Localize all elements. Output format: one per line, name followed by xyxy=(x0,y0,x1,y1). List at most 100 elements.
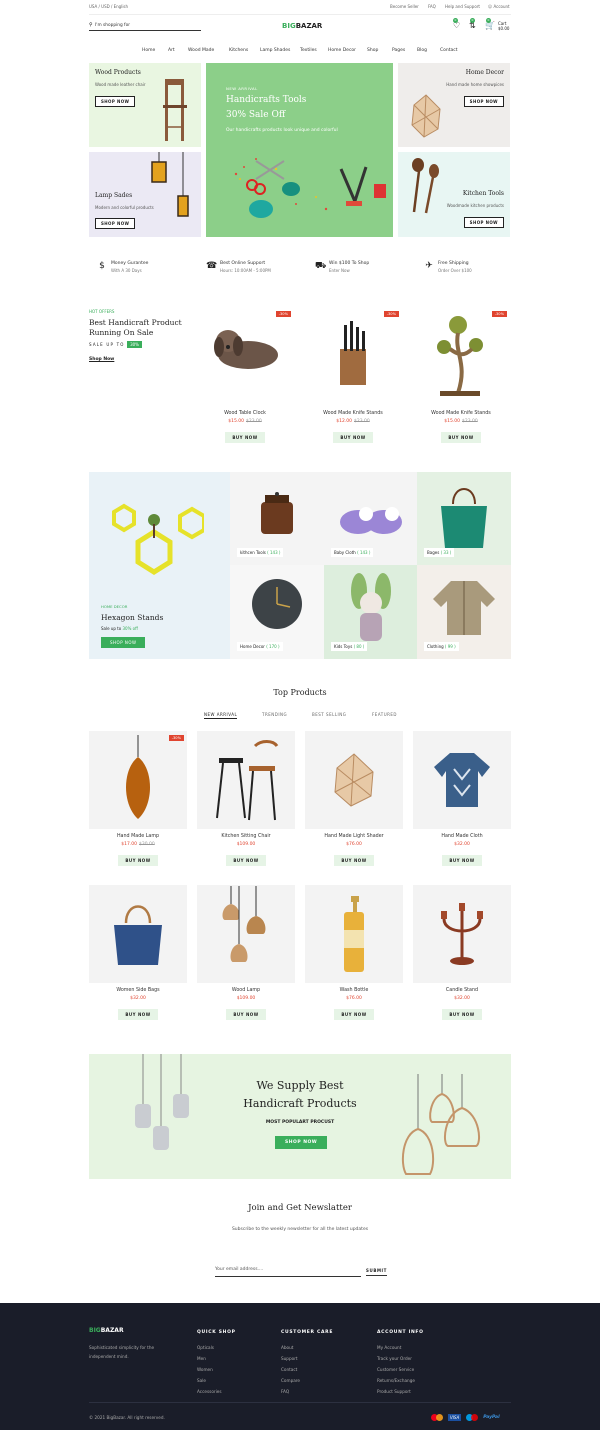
hot-product-card[interactable]: -30% Wood Made Knife Stands $12.00 $23.00 B… xyxy=(304,307,402,443)
nav-pages[interactable]: Pages xyxy=(392,48,405,53)
category-card-baby-cloth[interactable]: Baby Cloth ( 143 ) xyxy=(324,472,417,565)
logo[interactable]: BIGBAZAR xyxy=(282,22,322,30)
help-link[interactable]: Help and Support xyxy=(445,4,480,9)
tab-new-arrival[interactable]: NEW ARRIVAL xyxy=(204,712,238,719)
product-card[interactable]: Women Side Bags $32.00 BUY NOW xyxy=(89,885,187,1020)
footer-link[interactable]: Sale xyxy=(197,1375,236,1386)
buy-now-button[interactable]: BUY NOW xyxy=(226,855,266,866)
footer-link[interactable]: Men xyxy=(197,1353,236,1364)
footer-link[interactable]: FAQ xyxy=(281,1386,333,1397)
tab-best-selling[interactable]: BEST SELLING xyxy=(312,712,346,717)
buy-now-button[interactable]: BUY NOW xyxy=(118,1009,158,1020)
buy-now-button[interactable]: BUY NOW xyxy=(226,1009,266,1020)
shop-now-button[interactable]: SHOP NOW xyxy=(275,1136,328,1149)
nav-contact[interactable]: Contact xyxy=(440,48,458,53)
become-seller-link[interactable]: Become Seller xyxy=(390,4,419,9)
account-link[interactable]: ☺ Account xyxy=(488,4,510,9)
hexagon-banner[interactable]: HOME DECOR Hexagon Stands Sale up to 30%… xyxy=(89,472,230,659)
promo-home-decor[interactable]: Home Decor Hand made home showpices SHOP… xyxy=(398,63,510,147)
search-icon[interactable]: ⚲ xyxy=(89,22,93,28)
buy-now-button[interactable]: BUY NOW xyxy=(334,1009,374,1020)
footer-link[interactable]: Returns/Exchange xyxy=(377,1375,424,1386)
nav-shop[interactable]: Shop xyxy=(367,48,378,53)
footer-divider xyxy=(89,1402,511,1403)
product-card[interactable]: Wash Bottle $76.00 BUY NOW xyxy=(305,885,403,1020)
buy-now-button[interactable]: BUY NOW xyxy=(333,432,373,443)
search-box[interactable]: ⚲ I'm shopping for xyxy=(89,21,201,31)
shop-now-button[interactable]: SHOP NOW xyxy=(101,637,146,648)
nav-kitchens[interactable]: Kitchens xyxy=(229,48,248,53)
hero-banner[interactable]: NEW ARRIVAL Handicrafts Tools 30% Sale O… xyxy=(206,63,393,237)
footer-link[interactable]: Contact xyxy=(281,1364,333,1375)
hexagon-tag: HOME DECOR xyxy=(101,604,128,609)
footer-link[interactable]: Customer Service xyxy=(377,1364,424,1375)
tab-featured[interactable]: FEATURED xyxy=(372,712,397,717)
nav-blog[interactable]: Blog xyxy=(417,48,427,53)
product-card[interactable]: Hand Made Light Shader $76.00 BUY NOW xyxy=(305,731,403,866)
product-card[interactable]: Wood Lamp $109.00 BUY NOW xyxy=(197,885,295,1020)
shop-now-link[interactable]: Shop Now xyxy=(89,357,182,362)
newsletter-sub: Subscribe to the weekly newsletter for a… xyxy=(231,1227,369,1232)
category-card-kitchen[interactable]: kithcen Tools ( 143 ) xyxy=(230,472,324,565)
locale-selector[interactable]: USA / USD / English xyxy=(89,4,128,9)
product-card[interactable]: Candle Stand $32.00 BUY NOW xyxy=(413,885,511,1020)
cart-summary[interactable]: Cart $0.00 xyxy=(498,21,509,31)
nav-lamp-shades[interactable]: Lamp Shades xyxy=(260,48,290,53)
wishlist-icon[interactable]: ♡ 0 xyxy=(453,18,460,30)
hot-title-1: Best Handicraft Product xyxy=(89,318,182,327)
nav-wood-made[interactable]: Wood Made xyxy=(188,48,214,53)
product-card[interactable]: Hand Made Cloth $32.00 BUY NOW xyxy=(413,731,511,866)
search-input[interactable]: I'm shopping for xyxy=(95,23,130,28)
supply-banner[interactable]: We Supply Best Handicraft Products MOST … xyxy=(89,1054,511,1179)
promo-lamp-sades[interactable]: Lamp Sades Modern and colorful products … xyxy=(89,152,201,237)
footer-link[interactable]: Product Support xyxy=(377,1386,424,1397)
footer-link[interactable]: About xyxy=(281,1342,333,1353)
category-label: Baby Cloth ( 143 ) xyxy=(331,548,374,557)
buy-now-button[interactable]: BUY NOW xyxy=(334,855,374,866)
product-card[interactable]: Kitchen Sitting Chair $109.00 BUY NOW xyxy=(197,731,295,866)
promo-wood-products[interactable]: Wood Products Wood made leather chair SH… xyxy=(89,63,201,147)
buy-now-button[interactable]: BUY NOW xyxy=(442,855,482,866)
nav-art[interactable]: Art xyxy=(168,48,175,53)
hot-product-card[interactable]: -30% Wood Table Clock $15.00 $23.00 BUY NOW xyxy=(196,307,294,443)
footer-link[interactable]: Opticals xyxy=(197,1342,236,1353)
category-card-kids-toys[interactable]: Kids Toys ( 80 ) xyxy=(324,565,417,659)
footer-link[interactable]: Women xyxy=(197,1364,236,1375)
nav-home-decor[interactable]: Home Decor xyxy=(328,48,356,53)
buy-now-button[interactable]: BUY NOW xyxy=(442,1009,482,1020)
hot-product-card[interactable]: -30% Wood Made Knife Stands $15.00 $23.00 B… xyxy=(412,307,510,443)
product-image: -30% xyxy=(89,731,187,829)
buy-now-button[interactable]: BUY NOW xyxy=(118,855,158,866)
shop-now-button[interactable]: SHOP NOW xyxy=(463,96,504,107)
product-card[interactable]: -30% Hand Made Lamp $17.00 $30.00 BUY NOW xyxy=(89,731,187,866)
category-card-home-decor[interactable]: Home Decor ( 170 ) xyxy=(230,565,324,659)
promo-kitchen-tools[interactable]: Kitchen Tools Woodmade kitchen products … xyxy=(398,152,510,237)
footer-logo[interactable]: BIGBAZAR xyxy=(89,1327,124,1334)
shop-now-button[interactable]: SHOP NOW xyxy=(95,96,136,107)
footer-link[interactable]: Compare xyxy=(281,1375,333,1386)
footer-link[interactable]: My Account xyxy=(377,1342,424,1353)
category-card-bages[interactable]: Bages ( 33 ) xyxy=(417,472,511,565)
product-image xyxy=(197,731,295,829)
product-price: $76.00 xyxy=(346,842,362,847)
faq-link[interactable]: FAQ xyxy=(428,4,436,9)
maestro-icon xyxy=(465,1414,479,1421)
nav-textiles[interactable]: Textiles xyxy=(300,48,317,53)
submit-button[interactable]: SUBMIT xyxy=(366,1268,387,1276)
shop-now-button[interactable]: SHOP NOW xyxy=(95,218,136,229)
buy-now-button[interactable]: BUY NOW xyxy=(441,432,481,443)
cart-icon[interactable]: 🛒 0 xyxy=(485,18,495,30)
compare-icon[interactable]: ⇅ 0 xyxy=(469,18,476,30)
nav-home[interactable]: Home xyxy=(142,48,155,53)
tab-trending[interactable]: TRENDING xyxy=(262,712,287,717)
email-field[interactable]: Your email address.... xyxy=(215,1267,361,1277)
footer-link[interactable]: Track your Order xyxy=(377,1353,424,1364)
plane-icon: ✈ xyxy=(425,261,433,271)
shop-now-button[interactable]: SHOP NOW xyxy=(463,217,504,228)
buy-now-button[interactable]: BUY NOW xyxy=(225,432,265,443)
footer-col-account-info: ACCOUNT INFO My Account Track your Order… xyxy=(377,1327,424,1397)
category-name: Clothing xyxy=(427,644,444,649)
footer-link[interactable]: Support xyxy=(281,1353,333,1364)
footer-link[interactable]: Accessories xyxy=(197,1386,236,1397)
category-card-clothing[interactable]: Clothing ( 99 ) xyxy=(417,565,511,659)
